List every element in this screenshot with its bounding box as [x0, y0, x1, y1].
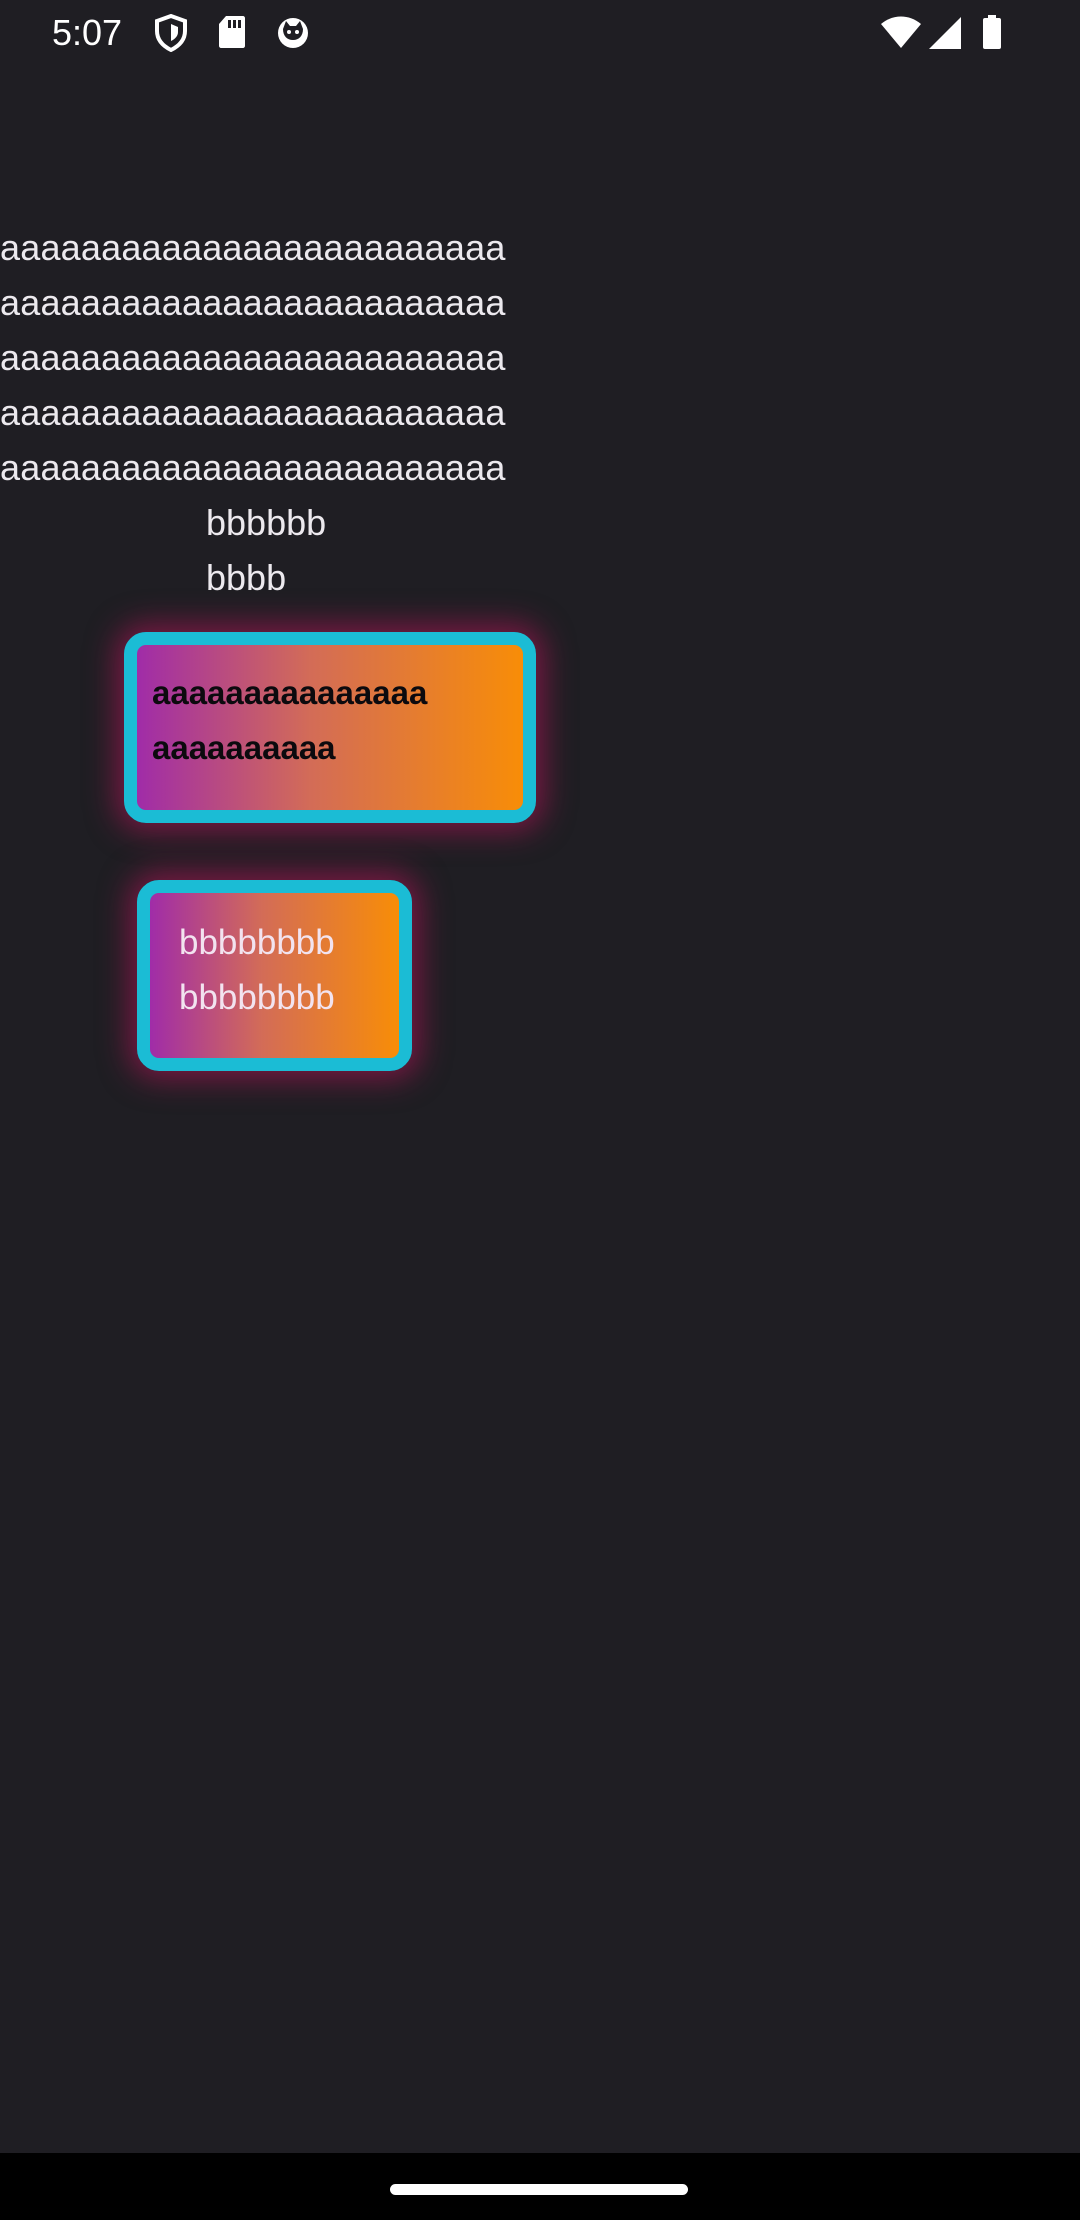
gradient-card-a: aaaaaaaaaaaaaaa aaaaaaaaaa [124, 632, 536, 823]
status-time: 5:07 [52, 12, 123, 53]
shield-icon [155, 14, 187, 52]
home-gesture-handle[interactable] [390, 2184, 688, 2195]
cat-icon [278, 18, 308, 48]
card-a-text: aaaaaaaaaaaaaaa aaaaaaaaaa [152, 674, 428, 766]
cell-signal-icon [929, 17, 961, 49]
card-b-text: bbbbbbbb bbbbbbbb [179, 923, 335, 1017]
gradient-card-b: bbbbbbbb bbbbbbbb [137, 880, 412, 1071]
status-bar: 5:07 [0, 0, 1080, 66]
wifi-icon [881, 16, 921, 48]
navigation-bar [0, 2153, 1080, 2220]
sd-card-icon [219, 16, 245, 48]
text-block-b: bbbbbb bbbb [206, 502, 327, 598]
battery-icon [983, 15, 1001, 49]
text-block-a: aaaaaaaaaaaaaaaaaaaaaaaaa aaaaaaaaaaaaaa… [0, 227, 506, 488]
